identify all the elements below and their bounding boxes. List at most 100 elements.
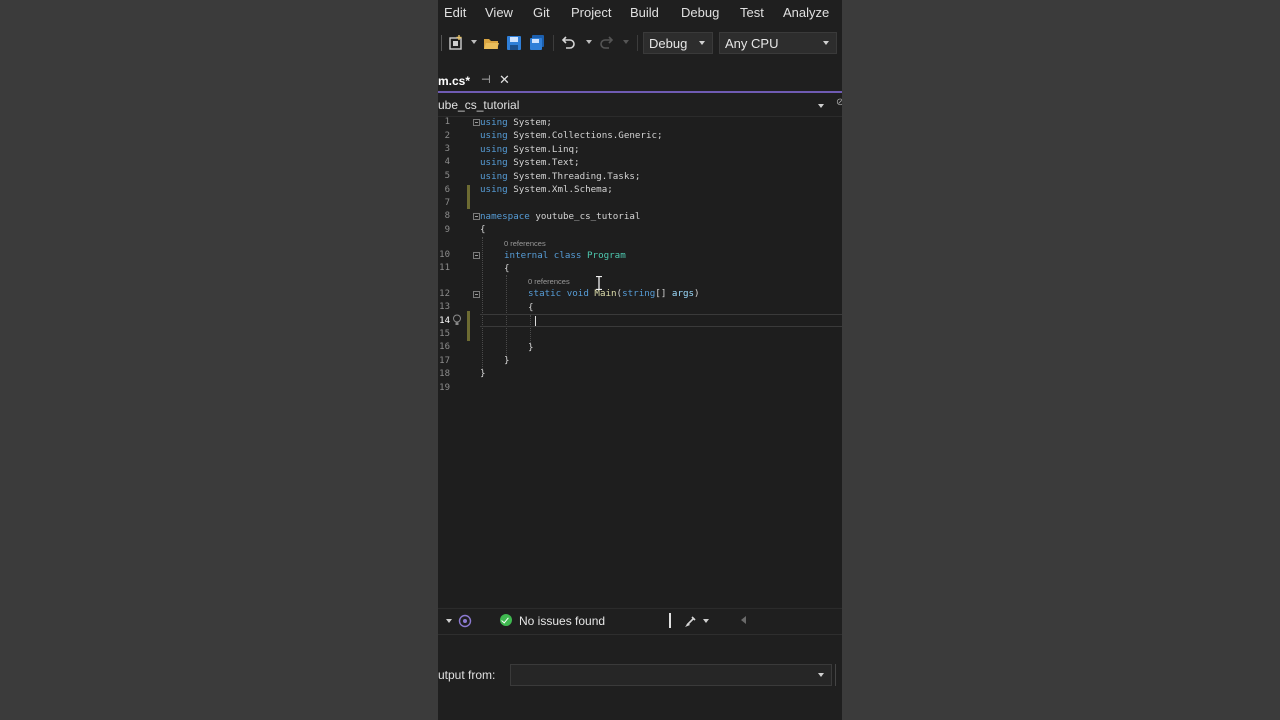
menu-build[interactable]: Build xyxy=(630,5,659,20)
output-panel: utput from: xyxy=(438,634,842,720)
code-line-10: internal class Program xyxy=(504,250,626,261)
configuration-value: Debug xyxy=(649,36,688,51)
keyword: static xyxy=(528,288,562,299)
keyword: using xyxy=(480,171,508,182)
issues-status[interactable]: No issues found xyxy=(519,614,605,628)
code-line-2: using System.Collections.Generic; xyxy=(480,130,663,141)
line-number: 19 xyxy=(439,383,450,393)
toolbar-separator xyxy=(637,35,638,51)
open-folder-icon[interactable] xyxy=(482,34,500,52)
line-number: 13 xyxy=(439,302,450,312)
new-item-dropdown-arrow[interactable] xyxy=(471,40,477,44)
redo-dropdown-arrow xyxy=(623,40,629,44)
line-number-active: 14 xyxy=(439,316,450,326)
toolbar-grip xyxy=(441,35,442,51)
text-cursor xyxy=(535,316,536,326)
toolbar-separator xyxy=(553,35,554,51)
undo-icon[interactable] xyxy=(559,34,577,52)
line-number: 2 xyxy=(444,131,450,141)
line-number: 4 xyxy=(444,157,450,167)
mouse-ibeam-cursor-icon xyxy=(596,276,602,290)
keyword: internal xyxy=(504,250,549,261)
document-tab-strip: m.cs* ⊣ ✕ xyxy=(438,62,842,92)
code-editor[interactable]: 1 2 3 4 5 6 7 8 9 10 11 12 13 14 15 16 1… xyxy=(438,117,842,607)
line-number: 5 xyxy=(444,171,450,181)
code-text: System.Collections.Generic; xyxy=(507,130,663,141)
keyword: using xyxy=(480,184,508,195)
class-name: Program xyxy=(581,250,626,261)
line-number: 10 xyxy=(439,250,450,260)
keyword: using xyxy=(480,144,508,155)
code-line-6: using System.Xml.Schema; xyxy=(480,184,613,195)
keyword: string xyxy=(622,288,656,299)
chevron-down-icon[interactable] xyxy=(818,104,824,108)
code-line-1: using System; xyxy=(480,117,552,128)
tab-program-cs[interactable]: m.cs* ⊣ ✕ xyxy=(438,70,516,92)
code-line-4: using System.Text; xyxy=(480,157,580,168)
chevron-down-icon xyxy=(823,41,829,45)
code-line-9: { xyxy=(480,224,486,235)
line-number: 15 xyxy=(439,329,450,339)
menu-bar: Edit View Git Project Build Debug Test A… xyxy=(438,0,842,26)
menu-debug[interactable]: Debug xyxy=(681,5,719,20)
menu-edit[interactable]: Edit xyxy=(444,5,466,20)
code-line-12: static void Main(string[] args) xyxy=(528,288,700,299)
codelens-references[interactable]: 0 references xyxy=(528,277,570,286)
zoom-dropdown-arrow[interactable] xyxy=(446,619,452,623)
collapse-method-icon[interactable] xyxy=(473,291,480,298)
menu-git[interactable]: Git xyxy=(533,5,550,20)
code-cleanup-dropdown-arrow[interactable] xyxy=(703,619,709,623)
solution-configuration-dropdown[interactable]: Debug xyxy=(643,32,713,54)
scroll-left-icon[interactable] xyxy=(741,616,746,624)
change-indicator xyxy=(467,185,470,209)
line-number: 18 xyxy=(439,369,450,379)
line-number: 16 xyxy=(439,342,450,352)
code-cleanup-brush-icon[interactable] xyxy=(684,614,698,628)
codelens-references[interactable]: 0 references xyxy=(504,239,546,248)
keyword: void xyxy=(561,288,589,299)
line-number: 7 xyxy=(444,198,450,208)
copilot-icon[interactable] xyxy=(458,614,472,628)
code-line-13: { xyxy=(528,302,534,313)
namespace-name: youtube_cs_tutorial xyxy=(529,211,641,222)
line-number: 12 xyxy=(439,289,450,299)
solution-platform-dropdown[interactable]: Any CPU xyxy=(719,32,837,54)
code-text: System.Text; xyxy=(507,157,580,168)
save-all-icon[interactable] xyxy=(528,34,546,52)
menu-view[interactable]: View xyxy=(485,5,513,20)
collapse-namespace-icon[interactable] xyxy=(473,213,480,220)
check-circle-icon xyxy=(500,614,512,626)
new-item-icon[interactable] xyxy=(447,34,465,52)
code-line-18: } xyxy=(480,368,486,379)
lightbulb-icon[interactable] xyxy=(452,314,462,326)
pin-icon[interactable]: ⊣ xyxy=(481,73,491,86)
collapse-usings-icon[interactable] xyxy=(473,119,480,126)
indent-guide xyxy=(482,237,483,377)
project-selector[interactable]: ube_cs_tutorial xyxy=(438,98,519,112)
chevron-down-icon xyxy=(818,673,824,677)
code-text: System; xyxy=(507,117,552,128)
menu-analyze[interactable]: Analyze xyxy=(783,5,829,20)
editor-status-strip: No issues found xyxy=(438,608,842,633)
menu-test[interactable]: Test xyxy=(740,5,764,20)
output-source-dropdown[interactable] xyxy=(510,664,832,686)
code-text: System.Threading.Tasks; xyxy=(507,171,641,182)
code-text: System.Xml.Schema; xyxy=(507,184,613,195)
collapse-class-icon[interactable] xyxy=(473,252,480,259)
keyword: class xyxy=(548,250,582,261)
undo-dropdown-arrow[interactable] xyxy=(586,40,592,44)
keyword: using xyxy=(480,130,508,141)
code-line-8: namespace youtube_cs_tutorial xyxy=(480,211,640,222)
menu-project[interactable]: Project xyxy=(571,5,611,20)
line-number: 6 xyxy=(444,185,450,195)
standard-toolbar: Debug Any CPU xyxy=(438,28,842,58)
line-number: 9 xyxy=(444,225,450,235)
status-separator xyxy=(669,613,671,628)
save-icon[interactable] xyxy=(505,34,523,52)
navigation-bar: ube_cs_tutorial ⊘ xyxy=(438,94,842,117)
line-number: 8 xyxy=(444,211,450,221)
split-icon[interactable]: ⊘ xyxy=(836,97,842,108)
close-icon[interactable]: ✕ xyxy=(499,72,510,88)
video-side-background-left xyxy=(0,0,438,720)
line-number: 1 xyxy=(444,117,450,127)
